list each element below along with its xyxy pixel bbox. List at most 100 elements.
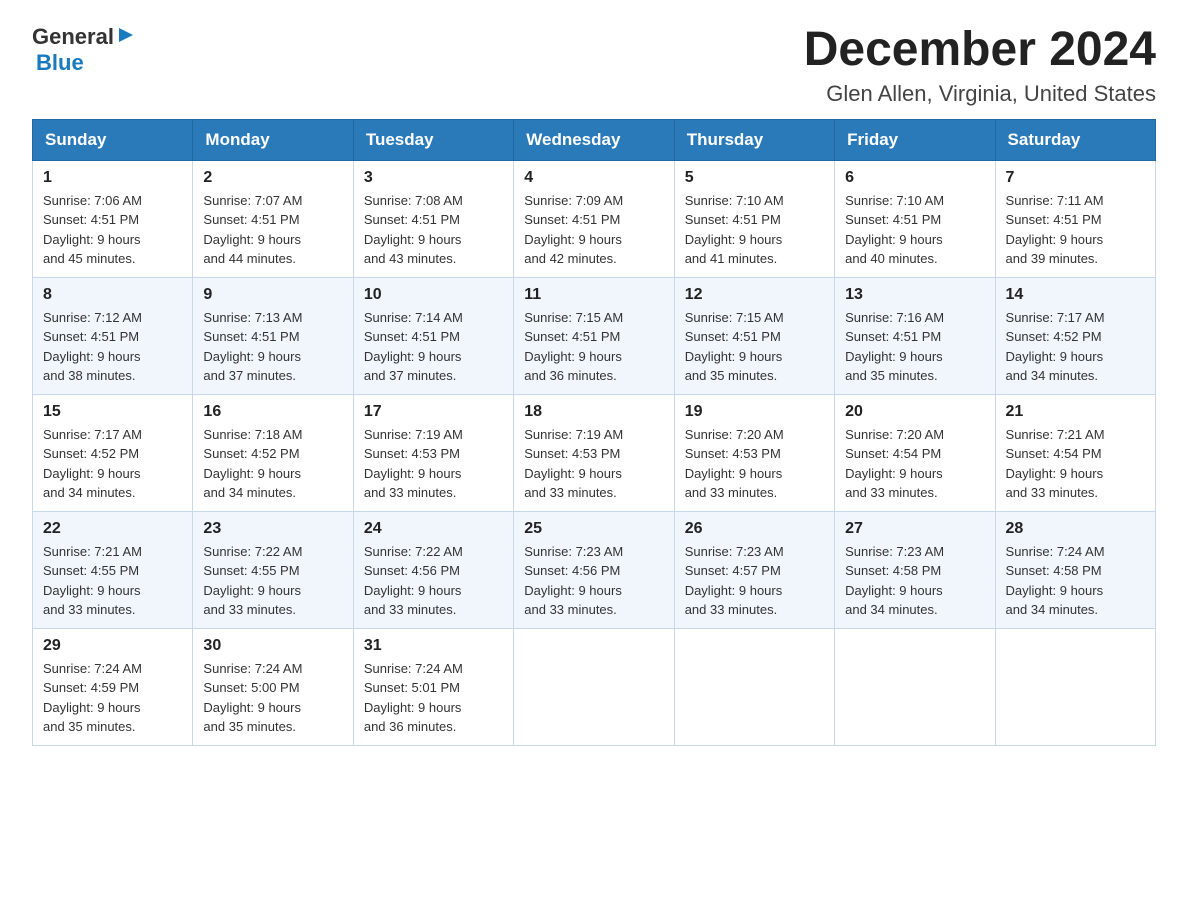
day-number: 11 [524, 286, 663, 304]
day-info: Sunrise: 7:19 AMSunset: 4:53 PMDaylight:… [364, 427, 463, 501]
day-number: 26 [685, 520, 824, 538]
day-info: Sunrise: 7:17 AMSunset: 4:52 PMDaylight:… [1006, 310, 1105, 384]
calendar-week-1: 1 Sunrise: 7:06 AMSunset: 4:51 PMDayligh… [33, 160, 1156, 277]
day-number: 24 [364, 520, 503, 538]
calendar-cell: 15 Sunrise: 7:17 AMSunset: 4:52 PMDaylig… [33, 394, 193, 511]
day-info: Sunrise: 7:20 AMSunset: 4:53 PMDaylight:… [685, 427, 784, 501]
calendar-cell: 14 Sunrise: 7:17 AMSunset: 4:52 PMDaylig… [995, 277, 1155, 394]
col-tuesday: Tuesday [353, 119, 513, 160]
day-number: 5 [685, 169, 824, 187]
calendar-week-2: 8 Sunrise: 7:12 AMSunset: 4:51 PMDayligh… [33, 277, 1156, 394]
day-number: 6 [845, 169, 984, 187]
logo: General Blue [32, 24, 135, 76]
col-friday: Friday [835, 119, 995, 160]
day-number: 27 [845, 520, 984, 538]
day-number: 16 [203, 403, 342, 421]
calendar-cell: 12 Sunrise: 7:15 AMSunset: 4:51 PMDaylig… [674, 277, 834, 394]
calendar-cell: 26 Sunrise: 7:23 AMSunset: 4:57 PMDaylig… [674, 511, 834, 628]
logo-general-text: General [32, 24, 114, 50]
day-number: 21 [1006, 403, 1145, 421]
day-info: Sunrise: 7:10 AMSunset: 4:51 PMDaylight:… [845, 193, 944, 267]
calendar-week-5: 29 Sunrise: 7:24 AMSunset: 4:59 PMDaylig… [33, 628, 1156, 745]
col-thursday: Thursday [674, 119, 834, 160]
col-saturday: Saturday [995, 119, 1155, 160]
calendar-cell: 18 Sunrise: 7:19 AMSunset: 4:53 PMDaylig… [514, 394, 674, 511]
day-info: Sunrise: 7:24 AMSunset: 5:00 PMDaylight:… [203, 661, 302, 735]
calendar-title: December 2024 [804, 24, 1156, 77]
calendar-cell: 11 Sunrise: 7:15 AMSunset: 4:51 PMDaylig… [514, 277, 674, 394]
logo-blue-text: Blue [36, 50, 84, 76]
day-info: Sunrise: 7:06 AMSunset: 4:51 PMDaylight:… [43, 193, 142, 267]
calendar-cell: 1 Sunrise: 7:06 AMSunset: 4:51 PMDayligh… [33, 160, 193, 277]
calendar-cell: 23 Sunrise: 7:22 AMSunset: 4:55 PMDaylig… [193, 511, 353, 628]
day-number: 19 [685, 403, 824, 421]
calendar-cell: 28 Sunrise: 7:24 AMSunset: 4:58 PMDaylig… [995, 511, 1155, 628]
calendar-cell: 20 Sunrise: 7:20 AMSunset: 4:54 PMDaylig… [835, 394, 995, 511]
day-info: Sunrise: 7:18 AMSunset: 4:52 PMDaylight:… [203, 427, 302, 501]
day-info: Sunrise: 7:10 AMSunset: 4:51 PMDaylight:… [685, 193, 784, 267]
calendar-cell: 17 Sunrise: 7:19 AMSunset: 4:53 PMDaylig… [353, 394, 513, 511]
day-number: 13 [845, 286, 984, 304]
calendar-cell: 9 Sunrise: 7:13 AMSunset: 4:51 PMDayligh… [193, 277, 353, 394]
day-number: 15 [43, 403, 182, 421]
day-info: Sunrise: 7:23 AMSunset: 4:56 PMDaylight:… [524, 544, 623, 618]
day-info: Sunrise: 7:15 AMSunset: 4:51 PMDaylight:… [685, 310, 784, 384]
calendar-cell: 13 Sunrise: 7:16 AMSunset: 4:51 PMDaylig… [835, 277, 995, 394]
day-info: Sunrise: 7:11 AMSunset: 4:51 PMDaylight:… [1006, 193, 1104, 267]
calendar-cell [674, 628, 834, 745]
header-row: Sunday Monday Tuesday Wednesday Thursday… [33, 119, 1156, 160]
calendar-cell: 10 Sunrise: 7:14 AMSunset: 4:51 PMDaylig… [353, 277, 513, 394]
calendar-cell: 27 Sunrise: 7:23 AMSunset: 4:58 PMDaylig… [835, 511, 995, 628]
day-info: Sunrise: 7:19 AMSunset: 4:53 PMDaylight:… [524, 427, 623, 501]
title-block: December 2024 Glen Allen, Virginia, Unit… [804, 24, 1156, 107]
day-number: 28 [1006, 520, 1145, 538]
day-info: Sunrise: 7:17 AMSunset: 4:52 PMDaylight:… [43, 427, 142, 501]
day-number: 10 [364, 286, 503, 304]
day-info: Sunrise: 7:21 AMSunset: 4:55 PMDaylight:… [43, 544, 142, 618]
day-number: 30 [203, 637, 342, 655]
col-monday: Monday [193, 119, 353, 160]
day-info: Sunrise: 7:24 AMSunset: 4:59 PMDaylight:… [43, 661, 142, 735]
day-info: Sunrise: 7:22 AMSunset: 4:56 PMDaylight:… [364, 544, 463, 618]
day-number: 29 [43, 637, 182, 655]
calendar-cell: 21 Sunrise: 7:21 AMSunset: 4:54 PMDaylig… [995, 394, 1155, 511]
calendar-cell: 6 Sunrise: 7:10 AMSunset: 4:51 PMDayligh… [835, 160, 995, 277]
day-number: 25 [524, 520, 663, 538]
day-number: 14 [1006, 286, 1145, 304]
day-info: Sunrise: 7:20 AMSunset: 4:54 PMDaylight:… [845, 427, 944, 501]
col-wednesday: Wednesday [514, 119, 674, 160]
calendar-cell: 19 Sunrise: 7:20 AMSunset: 4:53 PMDaylig… [674, 394, 834, 511]
day-info: Sunrise: 7:24 AMSunset: 4:58 PMDaylight:… [1006, 544, 1105, 618]
calendar-week-3: 15 Sunrise: 7:17 AMSunset: 4:52 PMDaylig… [33, 394, 1156, 511]
calendar-cell: 2 Sunrise: 7:07 AMSunset: 4:51 PMDayligh… [193, 160, 353, 277]
calendar-cell: 22 Sunrise: 7:21 AMSunset: 4:55 PMDaylig… [33, 511, 193, 628]
day-number: 20 [845, 403, 984, 421]
calendar-cell: 31 Sunrise: 7:24 AMSunset: 5:01 PMDaylig… [353, 628, 513, 745]
calendar-cell: 24 Sunrise: 7:22 AMSunset: 4:56 PMDaylig… [353, 511, 513, 628]
day-number: 18 [524, 403, 663, 421]
day-number: 7 [1006, 169, 1145, 187]
day-info: Sunrise: 7:21 AMSunset: 4:54 PMDaylight:… [1006, 427, 1105, 501]
calendar-subtitle: Glen Allen, Virginia, United States [804, 81, 1156, 107]
calendar-cell: 7 Sunrise: 7:11 AMSunset: 4:51 PMDayligh… [995, 160, 1155, 277]
calendar-cell: 25 Sunrise: 7:23 AMSunset: 4:56 PMDaylig… [514, 511, 674, 628]
day-number: 22 [43, 520, 182, 538]
calendar-table: Sunday Monday Tuesday Wednesday Thursday… [32, 119, 1156, 746]
calendar-cell: 29 Sunrise: 7:24 AMSunset: 4:59 PMDaylig… [33, 628, 193, 745]
day-info: Sunrise: 7:23 AMSunset: 4:58 PMDaylight:… [845, 544, 944, 618]
day-info: Sunrise: 7:24 AMSunset: 5:01 PMDaylight:… [364, 661, 463, 735]
day-info: Sunrise: 7:15 AMSunset: 4:51 PMDaylight:… [524, 310, 623, 384]
day-number: 2 [203, 169, 342, 187]
calendar-cell [514, 628, 674, 745]
calendar-cell: 3 Sunrise: 7:08 AMSunset: 4:51 PMDayligh… [353, 160, 513, 277]
calendar-week-4: 22 Sunrise: 7:21 AMSunset: 4:55 PMDaylig… [33, 511, 1156, 628]
day-number: 17 [364, 403, 503, 421]
logo-triangle [117, 26, 135, 49]
day-number: 4 [524, 169, 663, 187]
col-sunday: Sunday [33, 119, 193, 160]
day-number: 23 [203, 520, 342, 538]
calendar-cell: 30 Sunrise: 7:24 AMSunset: 5:00 PMDaylig… [193, 628, 353, 745]
day-info: Sunrise: 7:12 AMSunset: 4:51 PMDaylight:… [43, 310, 142, 384]
day-number: 31 [364, 637, 503, 655]
day-info: Sunrise: 7:07 AMSunset: 4:51 PMDaylight:… [203, 193, 302, 267]
